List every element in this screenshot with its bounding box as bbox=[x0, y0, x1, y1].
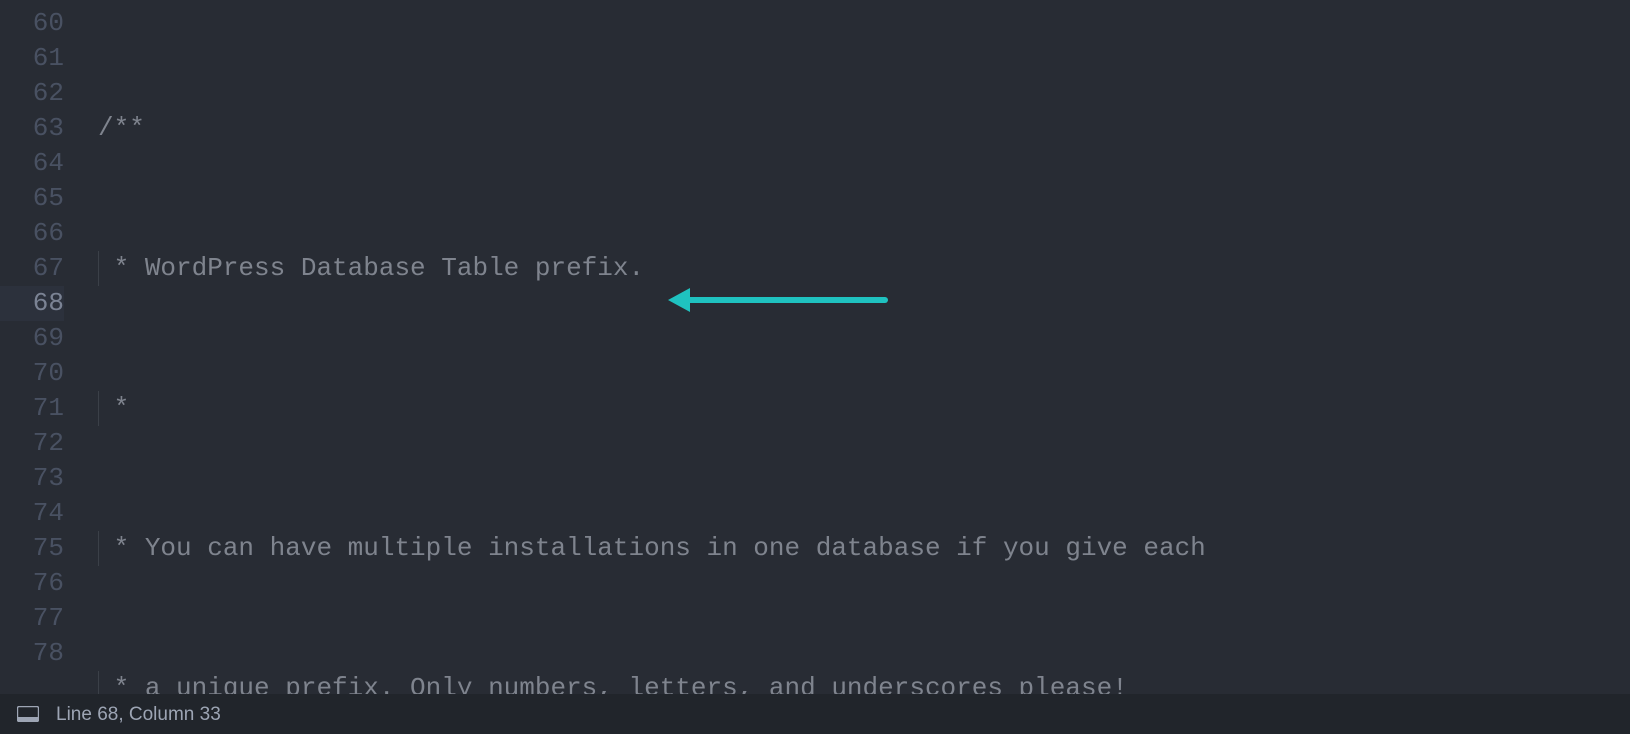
line-number: 77 bbox=[0, 601, 64, 636]
comment-token: /** bbox=[98, 113, 145, 143]
line-number: 70 bbox=[0, 356, 64, 391]
line-number: 71 bbox=[0, 391, 64, 426]
indent-guide bbox=[98, 531, 99, 566]
comment-token: You can have multiple installations in o… bbox=[145, 533, 1206, 563]
code-line[interactable]: /** bbox=[84, 111, 1630, 146]
cursor-position-label: Line 68, Column 33 bbox=[56, 697, 221, 732]
code-area[interactable]: /** * WordPress Database Table prefix. *… bbox=[84, 6, 1630, 694]
code-line[interactable]: * bbox=[84, 391, 1630, 426]
code-line[interactable]: * WordPress Database Table prefix. bbox=[84, 251, 1630, 286]
line-number: 64 bbox=[0, 146, 64, 181]
indent-guide bbox=[98, 251, 99, 286]
line-number: 60 bbox=[0, 6, 64, 41]
line-number: 72 bbox=[0, 426, 64, 461]
line-number: 69 bbox=[0, 321, 64, 356]
line-number: 78 bbox=[0, 636, 64, 671]
line-number-active: 68 bbox=[0, 286, 64, 321]
code-line[interactable]: * You can have multiple installations in… bbox=[84, 531, 1630, 566]
comment-token: WordPress Database Table prefix. bbox=[145, 253, 644, 283]
line-number: 75 bbox=[0, 531, 64, 566]
line-number: 62 bbox=[0, 76, 64, 111]
line-number: 73 bbox=[0, 461, 64, 496]
line-number: 65 bbox=[0, 181, 64, 216]
line-number: 63 bbox=[0, 111, 64, 146]
line-number: 66 bbox=[0, 216, 64, 251]
comment-token: * bbox=[98, 533, 145, 563]
line-number: 67 bbox=[0, 251, 64, 286]
indent-guide bbox=[98, 391, 99, 426]
panel-icon[interactable] bbox=[16, 705, 40, 723]
line-number: 61 bbox=[0, 41, 64, 76]
code-editor[interactable]: 60 61 62 63 64 65 66 67 68 69 70 71 72 7… bbox=[0, 0, 1630, 694]
line-number: 74 bbox=[0, 496, 64, 531]
comment-token: * bbox=[98, 253, 145, 283]
comment-token: * bbox=[98, 393, 129, 423]
line-number: 76 bbox=[0, 566, 64, 601]
line-number-gutter: 60 61 62 63 64 65 66 67 68 69 70 71 72 7… bbox=[0, 6, 84, 694]
status-bar[interactable]: Line 68, Column 33 bbox=[0, 694, 1630, 734]
